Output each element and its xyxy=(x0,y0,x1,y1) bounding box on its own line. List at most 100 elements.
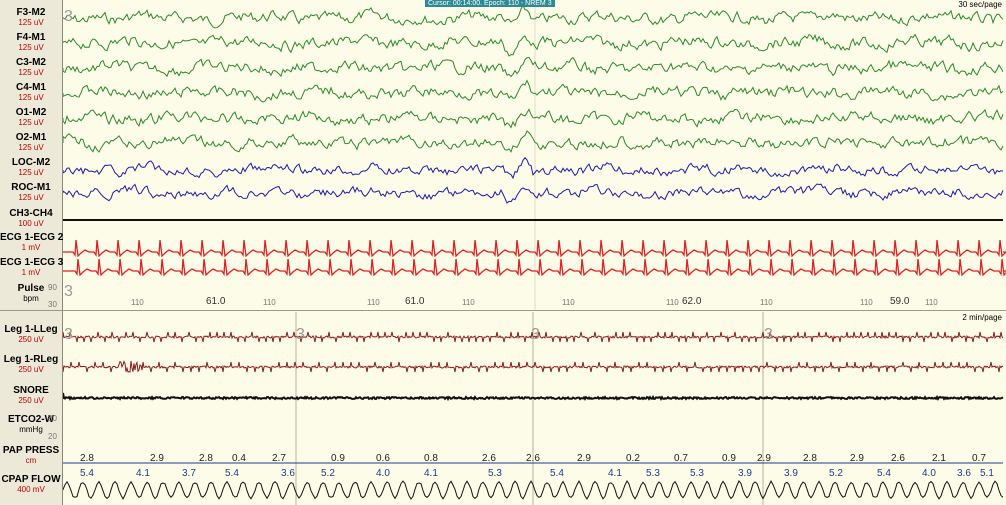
pulse-axis-top: 90 xyxy=(48,283,57,292)
channel-scale: 250 uV xyxy=(18,365,44,374)
stage-marker-icon: 3 xyxy=(296,326,305,343)
eeg-trace xyxy=(63,33,1004,57)
eeg-trace xyxy=(63,130,1004,153)
channel-name: O1-M2 xyxy=(15,107,47,118)
pap-press-value: 2.9 xyxy=(757,453,771,464)
channel-label[interactable]: SNORE 250 uV xyxy=(0,386,62,406)
etco2-axis-top: 80 xyxy=(48,414,57,423)
cpap-flow-value: 5.4 xyxy=(550,468,564,479)
channel-label-panel: F3-M2 125 uV F4-M1 125 uV C3-M2 125 uV C4-M1 12… xyxy=(0,0,63,505)
cpap-flow-value: 4.0 xyxy=(376,468,390,479)
channel-name: Leg 1-LLeg xyxy=(4,324,58,335)
cpap-flow-value: 3.7 xyxy=(182,468,196,479)
channel-scale: 1 mV xyxy=(21,243,41,252)
channel-name: ROC-M1 xyxy=(11,182,51,193)
channel-label[interactable]: ROC-M1 125 uV xyxy=(0,183,62,203)
pulse-rate-mark: 110 xyxy=(760,298,773,307)
channel-scale: 250 uV xyxy=(18,335,44,344)
channel-label[interactable]: Leg 1-LLeg 250 uV xyxy=(0,325,62,345)
cursor-epoch-banner: Cursor: 00:14:00. Epoch: 110 - NREM 3 xyxy=(425,0,555,7)
eeg-trace xyxy=(63,157,1004,180)
pulse-rate-mark: 110 xyxy=(263,298,276,307)
channel-label[interactable]: C3-M2 125 uV xyxy=(0,58,62,78)
cpap-flow-value: 3.6 xyxy=(281,468,295,479)
epoch-speed-label: 30 sec/page xyxy=(958,0,1002,9)
cpap-flow-value: 3.9 xyxy=(738,468,752,479)
pap-press-value: 0.4 xyxy=(232,453,246,464)
channel-scale: 125 uV xyxy=(18,168,44,177)
channel-scale: 125 uV xyxy=(18,93,44,102)
channel-label[interactable]: LOC-M2 125 uV xyxy=(0,158,62,178)
channel-label[interactable]: Leg 1-RLeg 250 uV xyxy=(0,355,62,375)
stage-marker-icon: 3 xyxy=(64,326,73,343)
pulse-rate-mark: 110 xyxy=(860,298,873,307)
channel-name: F4-M1 xyxy=(16,32,46,43)
cpap-flow-value: 4.1 xyxy=(424,468,438,479)
cpap-flow-value: 5.4 xyxy=(877,468,891,479)
channel-scale: 125 uV xyxy=(18,43,44,52)
channel-name: O2-M1 xyxy=(15,132,47,143)
channel-label[interactable]: CH3-CH4 100 uV xyxy=(0,209,62,229)
pap-press-value: 2.6 xyxy=(526,453,540,464)
channel-label[interactable]: ECG 1-ECG 21 mV xyxy=(0,232,64,253)
channel-scale: 125 uV xyxy=(18,118,44,127)
pap-press-value: 2.8 xyxy=(199,453,213,464)
pap-press-value: 0.8 xyxy=(424,453,438,464)
pap-press-value: 2.1 xyxy=(932,453,946,464)
eeg-trace xyxy=(63,79,1004,103)
channel-label[interactable]: O2-M1 125 uV xyxy=(0,133,62,153)
channel-scale: 1 mV xyxy=(21,268,41,277)
cpap-flow-value: 3.6 xyxy=(957,468,971,479)
channel-label[interactable]: F3-M2 125 uV xyxy=(0,8,62,28)
channel-scale: 125 uV xyxy=(18,143,44,152)
pap-press-value: 0.7 xyxy=(972,453,986,464)
pap-press-value: 2.6 xyxy=(482,453,496,464)
channel-name: PAP PRESS xyxy=(2,445,60,456)
channel-scale: 125 uV xyxy=(18,18,44,27)
channel-label[interactable]: CPAP FLOW 400 mV xyxy=(0,475,62,495)
pulse-rate-mark: 110 xyxy=(666,298,679,307)
cpap-flow-value: 5.4 xyxy=(225,468,239,479)
cpap-flow-value: 3.9 xyxy=(784,468,798,479)
stage-marker-icon: 3 xyxy=(64,8,73,25)
channel-label[interactable]: PAP PRESS cm xyxy=(0,446,62,466)
cpap-flow-value: 4.1 xyxy=(608,468,622,479)
pulse-axis-bottom: 30 xyxy=(48,300,57,309)
channel-scale: 125 uV xyxy=(18,193,44,202)
channel-label[interactable]: O1-M2 125 uV xyxy=(0,108,62,128)
cpap-flow-value: 5.3 xyxy=(646,468,660,479)
channel-scale: 125 uV xyxy=(18,68,44,77)
pap-press-value: 2.9 xyxy=(850,453,864,464)
stage-marker-icon: 3 xyxy=(531,326,540,343)
channel-label[interactable]: F4-M1 125 uV xyxy=(0,33,62,53)
stage-marker-icon: 3 xyxy=(64,283,73,300)
stage-marker-icon: 3 xyxy=(764,326,773,343)
cpap-flow-value: 5.3 xyxy=(488,468,502,479)
cpap-flow-value: 4.0 xyxy=(922,468,936,479)
pap-press-value: 0.2 xyxy=(626,453,640,464)
signal-plot-area[interactable] xyxy=(63,0,1006,505)
channel-name: F3-M2 xyxy=(16,7,46,18)
channel-scale: 100 uV xyxy=(18,219,44,228)
pap-press-value: 2.7 xyxy=(272,453,286,464)
channel-name: C3-M2 xyxy=(15,57,46,68)
pap-press-value: 2.8 xyxy=(80,453,94,464)
eeg-trace xyxy=(63,108,1004,129)
pap-press-value: 2.6 xyxy=(891,453,905,464)
pulse-rate-mark: 110 xyxy=(462,298,475,307)
pulse-value: 59.0 xyxy=(890,296,910,307)
pap-press-value: 2.9 xyxy=(577,453,591,464)
channel-label[interactable]: ECG 1-ECG 31 mV xyxy=(0,257,64,278)
pulse-value: 61.0 xyxy=(405,296,425,307)
lower-speed-label: 2 min/page xyxy=(962,313,1002,322)
cpap-flow-value: 5.4 xyxy=(80,468,94,479)
pap-press-value: 0.9 xyxy=(331,453,345,464)
pulse-value: 62.0 xyxy=(682,296,702,307)
channel-scale: 400 mV xyxy=(17,485,45,494)
cpap-flow-value: 5.2 xyxy=(829,468,843,479)
channel-name: ECG 1-ECG 3 xyxy=(0,257,64,268)
channel-scale: cm xyxy=(25,456,37,465)
channel-label[interactable]: C4-M1 125 uV xyxy=(0,83,62,103)
pap-press-value: 2.9 xyxy=(150,453,164,464)
channel-name: ECG 1-ECG 2 xyxy=(0,232,64,243)
